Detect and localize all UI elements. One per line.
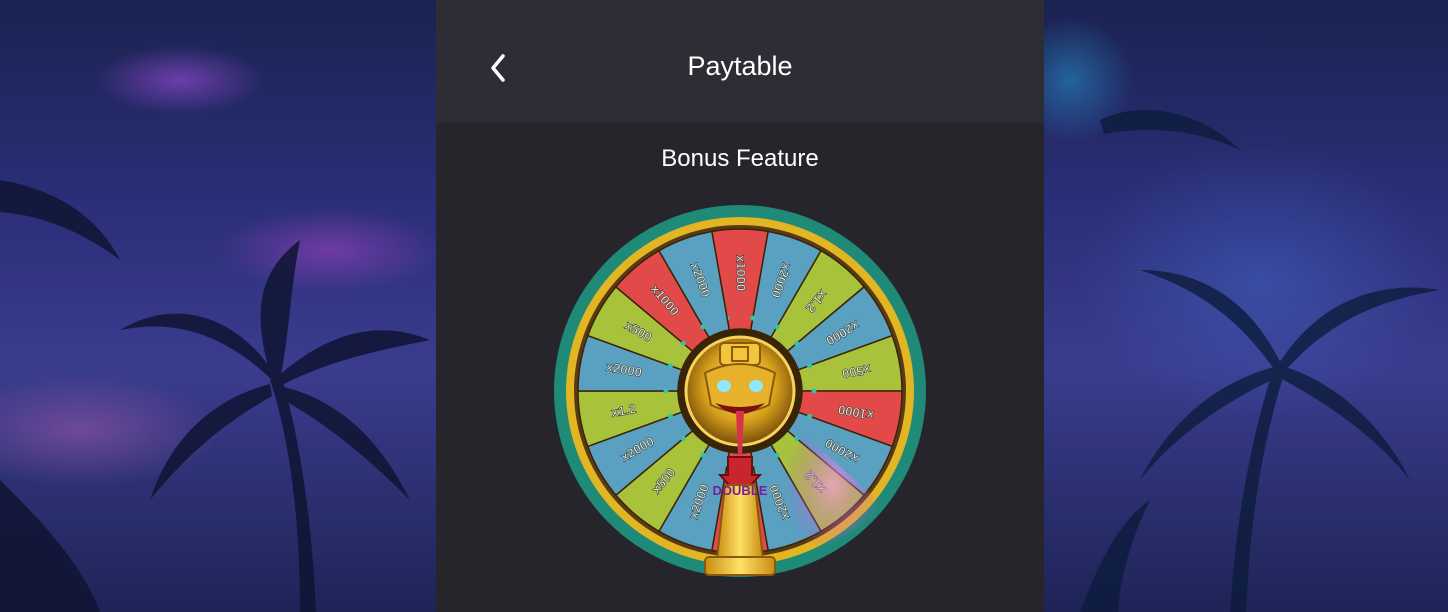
wheel-peg <box>774 324 780 330</box>
wheel-peg <box>774 452 780 458</box>
wheel-peg <box>700 452 706 458</box>
wheel-segment-label: x1000 <box>734 255 749 291</box>
wheel-peg <box>700 324 706 330</box>
paytable-panel: Paytable Bonus Feature x1000 x2000 x1.2 x20… <box>436 0 1044 612</box>
wheel-peg <box>794 340 800 346</box>
wheel-peg <box>680 340 686 346</box>
wheel-peg <box>680 436 686 442</box>
wheel-peg <box>663 388 669 394</box>
pointer-label: DOUBLE <box>713 483 768 498</box>
wheel-peg <box>667 363 673 369</box>
wheel-peg <box>811 388 817 394</box>
wheel-peg <box>750 315 756 321</box>
wheel-peg <box>667 413 673 419</box>
bonus-wheel: x1000x2000x1.2x2000x500x1000x2000x1.2x20… <box>554 205 926 577</box>
page-title: Paytable <box>687 51 793 81</box>
paytable-header: Paytable <box>436 0 1044 123</box>
wheel-peg <box>807 363 813 369</box>
wheel-peg <box>807 413 813 419</box>
section-title: Bonus Feature <box>661 145 819 172</box>
